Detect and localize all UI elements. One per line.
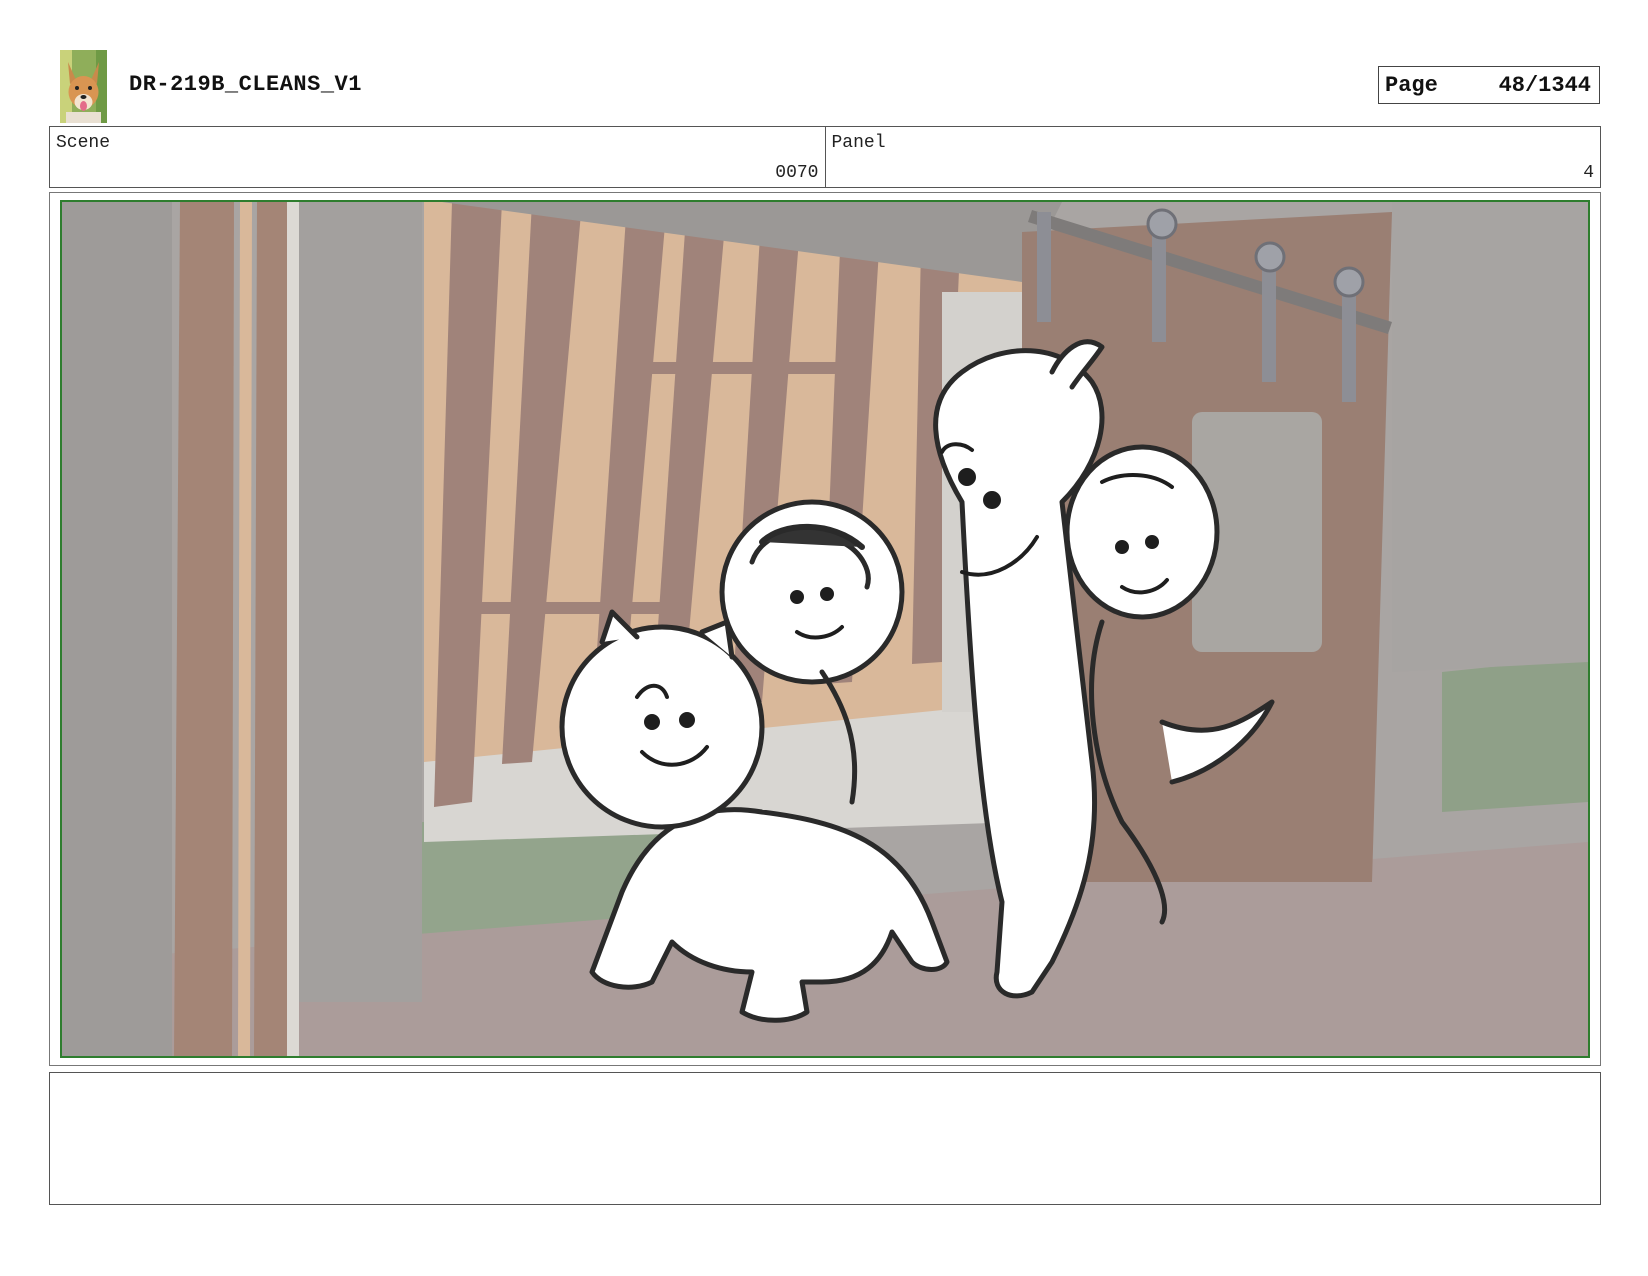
scene-label: Scene (56, 133, 111, 153)
scene-cell: Scene 0070 (50, 127, 825, 187)
panel-label: Panel (831, 133, 886, 153)
dog-logo-icon (60, 50, 107, 123)
scene-panel-info: Scene 0070 Panel 4 (49, 126, 1601, 188)
storyboard-panel-image (60, 200, 1590, 1058)
panel-cell: Panel 4 (824, 127, 1601, 187)
page-number: 48/1344 (1498, 72, 1591, 98)
panel-value: 4 (1583, 163, 1594, 183)
panel-notes-box (49, 1072, 1601, 1205)
page-label: Page (1385, 72, 1438, 98)
document-title: DR-219B_CLEANS_V1 (129, 72, 362, 97)
scene-value: 0070 (775, 163, 819, 183)
page-indicator: Page 48/1344 (1378, 66, 1600, 104)
